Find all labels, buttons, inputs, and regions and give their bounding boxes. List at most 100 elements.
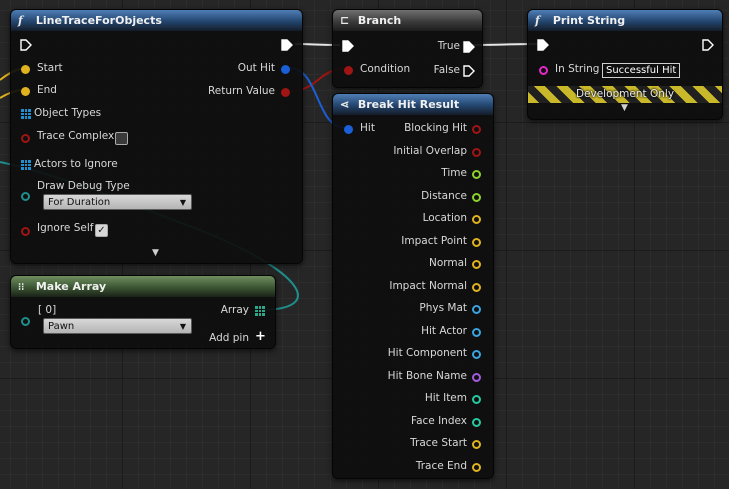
start-pin[interactable] <box>21 65 30 74</box>
hit-output-label: Impact Normal <box>389 279 467 292</box>
break-hit-result-node[interactable]: ⋖ Break Hit Result Hit Blocking Hit Initi… <box>332 93 494 479</box>
out-hit-label: Out Hit <box>237 62 275 74</box>
hit-output-label: Hit Component <box>387 347 467 359</box>
in-string-label: In String <box>555 63 600 75</box>
hit-output-pin[interactable] <box>472 462 481 472</box>
development-only-label: Development Only <box>575 88 675 100</box>
draw-debug-dropdown[interactable]: For Duration ▼ <box>43 194 192 210</box>
print-string-node[interactable]: f Print String In String Successful Hit … <box>527 9 723 120</box>
hit-in-pin[interactable] <box>344 125 353 134</box>
hit-output-label: Normal <box>429 257 467 269</box>
hit-output-pin[interactable] <box>472 417 481 427</box>
draw-debug-pin[interactable] <box>21 192 30 201</box>
trace-complex-label: Trace Complex <box>37 130 115 142</box>
dropdown-arrow-icon: ▼ <box>179 198 186 207</box>
function-icon: f <box>535 14 540 27</box>
hit-output-label: Hit Bone Name <box>387 369 467 382</box>
make-array-title: Make Array <box>35 280 107 293</box>
print-string-title: Print String <box>552 14 626 27</box>
branch-header[interactable]: ⊏ Branch <box>333 10 482 31</box>
exec-out-icon[interactable] <box>281 39 293 51</box>
element-0-pin[interactable] <box>21 317 30 326</box>
hit-output-label: Blocking Hit <box>404 122 467 134</box>
break-hit-header[interactable]: ⋖ Break Hit Result <box>333 94 493 115</box>
expand-arrow-icon[interactable]: ▼ <box>152 248 159 258</box>
make-array-header[interactable]: ⁝⁝ Make Array <box>11 276 275 297</box>
hit-output-pin[interactable] <box>472 282 481 292</box>
hit-output-pin[interactable] <box>472 395 481 404</box>
condition-pin[interactable] <box>344 66 353 75</box>
ignore-self-label: Ignore Self <box>37 222 94 234</box>
line-trace-node[interactable]: f LineTraceForObjects Start End Object T… <box>10 9 303 264</box>
object-types-array-icon[interactable] <box>21 109 31 119</box>
element-0-dropdown[interactable]: Pawn ▼ <box>43 318 192 334</box>
hit-output-pin[interactable] <box>472 192 481 202</box>
out-hit-pin[interactable] <box>281 65 290 74</box>
draw-debug-label: Draw Debug Type <box>37 180 130 192</box>
trace-complex-pin[interactable] <box>21 134 30 143</box>
element-0-label: [ 0] <box>38 304 57 316</box>
hit-in-label: Hit <box>360 122 375 134</box>
array-icon: ⁝⁝ <box>18 282 25 293</box>
hit-output-pin[interactable] <box>472 125 481 134</box>
function-icon: f <box>18 14 23 27</box>
end-label: End <box>37 84 57 96</box>
hit-output-label: Trace End <box>415 459 467 472</box>
hit-output-label: Trace Start <box>410 437 467 449</box>
hit-output-pin[interactable] <box>472 147 481 157</box>
hit-output-pin[interactable] <box>472 215 481 224</box>
exec-in-icon[interactable] <box>537 39 549 51</box>
hit-output-label: Face Index <box>411 414 467 427</box>
in-string-pin[interactable] <box>539 66 548 75</box>
add-pin-icon[interactable]: + <box>255 329 266 344</box>
hit-output-label: Distance <box>421 189 467 202</box>
hit-output-pin[interactable] <box>472 372 481 382</box>
trace-complex-checkbox[interactable] <box>115 132 128 145</box>
hit-output-pin[interactable] <box>472 170 481 179</box>
break-struct-icon: ⋖ <box>340 98 350 111</box>
hit-output-label: Location <box>422 212 467 224</box>
hit-output-label: Hit Actor <box>421 324 467 337</box>
array-out-pin-icon[interactable] <box>255 306 265 316</box>
hit-output-pin[interactable] <box>472 237 481 247</box>
make-array-node[interactable]: ⁝⁝ Make Array [ 0] Pawn ▼ Array Add pin … <box>10 275 276 349</box>
exec-in-icon[interactable] <box>20 39 32 51</box>
hit-output-label: Impact Point <box>401 234 467 247</box>
ignore-self-checkbox[interactable]: ✓ <box>95 224 108 237</box>
hit-output-pin[interactable] <box>472 350 481 359</box>
exec-out-icon[interactable] <box>702 39 714 51</box>
false-label: False <box>433 64 460 76</box>
hit-output-label: Phys Mat <box>419 302 467 314</box>
hit-output-pin[interactable] <box>472 305 481 314</box>
branch-title: Branch <box>357 14 402 27</box>
hit-output-label: Time <box>441 167 467 179</box>
expand-arrow-icon[interactable]: ▼ <box>621 103 628 113</box>
line-trace-title: LineTraceForObjects <box>35 14 162 27</box>
object-types-label: Object Types <box>34 107 102 119</box>
actors-to-ignore-array-icon[interactable] <box>21 160 31 170</box>
actors-to-ignore-label: Actors to Ignore <box>34 158 118 170</box>
return-value-label: Return Value <box>207 85 275 97</box>
hit-output-pin[interactable] <box>472 327 481 337</box>
in-string-input[interactable]: Successful Hit <box>602 63 681 78</box>
branch-icon: ⊏ <box>340 14 350 27</box>
element-0-value: Pawn <box>48 321 75 332</box>
true-label: True <box>437 40 460 52</box>
print-string-header[interactable]: f Print String <box>528 10 722 31</box>
return-value-pin[interactable] <box>281 88 290 97</box>
hit-output-label: Hit Item <box>424 392 467 404</box>
hit-output-pin[interactable] <box>472 440 481 449</box>
dropdown-arrow-icon: ▼ <box>179 322 186 331</box>
break-hit-title: Break Hit Result <box>357 98 460 111</box>
line-trace-header[interactable]: f LineTraceForObjects <box>11 10 302 31</box>
exec-in-icon[interactable] <box>342 40 354 52</box>
add-pin-label[interactable]: Add pin <box>209 332 249 344</box>
false-exec-out-icon[interactable] <box>463 65 475 77</box>
ignore-self-pin[interactable] <box>21 227 30 236</box>
hit-output-pin[interactable] <box>472 260 481 269</box>
start-label: Start <box>37 62 63 74</box>
branch-node[interactable]: ⊏ Branch Condition True False <box>332 9 483 88</box>
end-pin[interactable] <box>21 87 30 96</box>
true-exec-out-icon[interactable] <box>463 41 475 53</box>
condition-label: Condition <box>360 63 411 75</box>
